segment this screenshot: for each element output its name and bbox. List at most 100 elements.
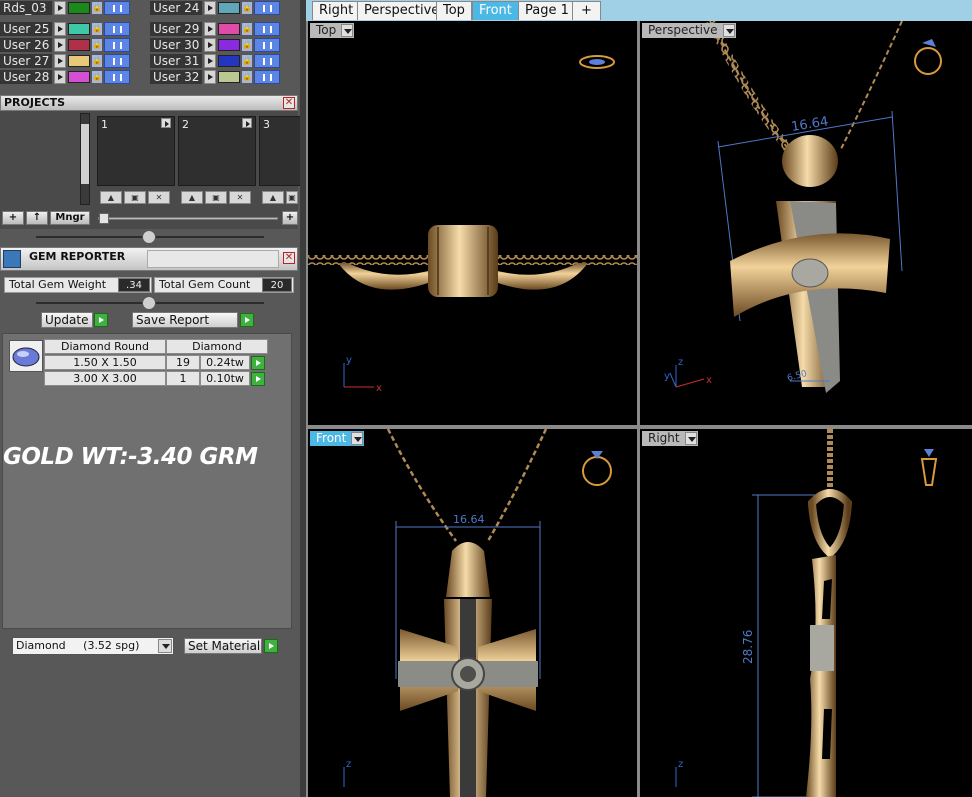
set-material-button[interactable]: Set Material [184, 638, 262, 654]
layer-color-swatch[interactable] [218, 55, 240, 67]
lock-icon[interactable]: 🔒 [241, 38, 253, 52]
layer-color-swatch[interactable] [68, 23, 90, 35]
lock-icon[interactable]: 🔒 [91, 54, 103, 68]
visibility-toggle[interactable] [254, 38, 280, 52]
save-icon[interactable]: ▣ [124, 191, 146, 204]
manager-button[interactable]: Mngr [50, 211, 90, 225]
slider-handle[interactable] [99, 213, 109, 224]
play-icon[interactable] [54, 1, 66, 15]
collapse-toggle-icon[interactable] [142, 230, 156, 244]
tab-front[interactable]: Front [472, 1, 519, 20]
layer-color-swatch[interactable] [68, 39, 90, 51]
layer-row[interactable]: User 26 🔒 [0, 37, 130, 53]
visibility-toggle[interactable] [104, 70, 130, 84]
set-material-go-icon[interactable] [264, 639, 278, 653]
play-icon[interactable] [204, 22, 216, 36]
play-icon[interactable] [54, 38, 66, 52]
chevron-down-icon[interactable] [684, 432, 697, 445]
lock-icon[interactable]: 🔒 [241, 54, 253, 68]
visibility-toggle[interactable] [254, 54, 280, 68]
play-icon[interactable] [161, 118, 171, 128]
layer-row[interactable]: User 32 🔒 [150, 69, 280, 85]
delete-icon[interactable]: ✕ [229, 191, 251, 204]
layer-color-swatch[interactable] [68, 55, 90, 67]
delete-icon[interactable]: ✕ [148, 191, 170, 204]
layer-row[interactable]: Rds_03 🔒 [0, 0, 130, 16]
project-slot-3[interactable]: 3 [259, 116, 304, 186]
visibility-toggle[interactable] [104, 22, 130, 36]
play-icon[interactable] [204, 1, 216, 15]
close-icon[interactable]: ✕ [283, 97, 295, 109]
update-button[interactable]: Update [41, 312, 93, 328]
play-icon[interactable] [54, 70, 66, 84]
viewport-top-label[interactable]: Top [310, 23, 355, 38]
upload-icon[interactable]: ▲ [181, 191, 203, 204]
zoom-plus-button[interactable]: + [282, 211, 298, 225]
gem-row-go-icon[interactable] [251, 356, 265, 370]
layer-color-swatch[interactable] [218, 23, 240, 35]
gem-row-go-icon[interactable] [251, 372, 265, 386]
lock-icon[interactable]: 🔒 [91, 1, 103, 15]
material-select[interactable]: Diamond (3.52 spg) [12, 637, 174, 655]
layer-color-swatch[interactable] [68, 71, 90, 83]
visibility-toggle[interactable] [254, 1, 280, 15]
layer-color-swatch[interactable] [218, 39, 240, 51]
play-icon[interactable] [204, 70, 216, 84]
viewport-right-label[interactable]: Right [642, 431, 698, 446]
layer-color-swatch[interactable] [68, 2, 90, 14]
layer-color-swatch[interactable] [218, 2, 240, 14]
save-icon[interactable]: ▣ [286, 191, 298, 204]
layer-row[interactable]: User 30 🔒 [150, 37, 280, 53]
layer-color-swatch[interactable] [218, 71, 240, 83]
save-report-button[interactable]: Save Report [132, 312, 238, 328]
play-icon[interactable] [54, 54, 66, 68]
chevron-down-icon[interactable] [341, 24, 354, 37]
play-icon[interactable] [204, 54, 216, 68]
visibility-toggle[interactable] [104, 54, 130, 68]
viewport-top[interactable]: Top y x [308, 21, 637, 425]
play-icon[interactable] [242, 118, 252, 128]
lock-icon[interactable]: 🔒 [241, 1, 253, 15]
save-icon[interactable]: ▣ [205, 191, 227, 204]
add-project-button[interactable]: + [2, 211, 24, 225]
viewport-right[interactable]: Right 28.76 z [640, 429, 972, 797]
viewport-front-label[interactable]: Front [310, 431, 365, 446]
layer-row[interactable]: User 25 🔒 [0, 21, 130, 37]
tab-perspective[interactable]: Perspective [357, 1, 447, 20]
chevron-down-icon[interactable] [158, 639, 172, 653]
lock-icon[interactable]: 🔒 [91, 70, 103, 84]
layer-row[interactable]: User 29 🔒 [150, 21, 280, 37]
lock-icon[interactable]: 🔒 [91, 38, 103, 52]
layer-row[interactable]: User 24 🔒 [150, 0, 280, 16]
project-slot-1[interactable]: 1 [97, 116, 175, 186]
update-go-icon[interactable] [94, 313, 108, 327]
scroll-thumb[interactable] [81, 124, 89, 184]
chevron-down-icon[interactable] [722, 24, 735, 37]
upload-icon[interactable]: ▲ [262, 191, 284, 204]
layer-row[interactable]: User 31 🔒 [150, 53, 280, 69]
viewport-perspective-label[interactable]: Perspective [642, 23, 736, 38]
layer-row[interactable]: User 27 🔒 [0, 53, 130, 69]
project-slot-2[interactable]: 2 [178, 116, 256, 186]
add-tab-button[interactable]: + [572, 1, 601, 20]
visibility-toggle[interactable] [254, 70, 280, 84]
save-report-go-icon[interactable] [240, 313, 254, 327]
tab-right[interactable]: Right [312, 1, 361, 20]
upload-icon[interactable]: ▲ [100, 191, 122, 204]
viewport-perspective[interactable]: Perspective 16.64 6.50 z y x [640, 21, 972, 425]
tab-page-1[interactable]: Page 1 [518, 1, 576, 20]
tab-top[interactable]: Top [436, 1, 472, 20]
visibility-toggle[interactable] [104, 38, 130, 52]
lock-icon[interactable]: 🔒 [241, 22, 253, 36]
layer-row[interactable]: User 28 🔒 [0, 69, 130, 85]
visibility-toggle[interactable] [254, 22, 280, 36]
play-icon[interactable] [204, 38, 216, 52]
move-up-button[interactable]: ↑ [26, 211, 48, 225]
projects-scrollbar[interactable] [80, 113, 90, 205]
play-icon[interactable] [54, 22, 66, 36]
lock-icon[interactable]: 🔒 [91, 22, 103, 36]
chevron-down-icon[interactable] [351, 432, 364, 445]
projects-slider[interactable] [98, 213, 278, 224]
visibility-toggle[interactable] [104, 1, 130, 15]
collapse-toggle-icon[interactable] [142, 296, 156, 310]
